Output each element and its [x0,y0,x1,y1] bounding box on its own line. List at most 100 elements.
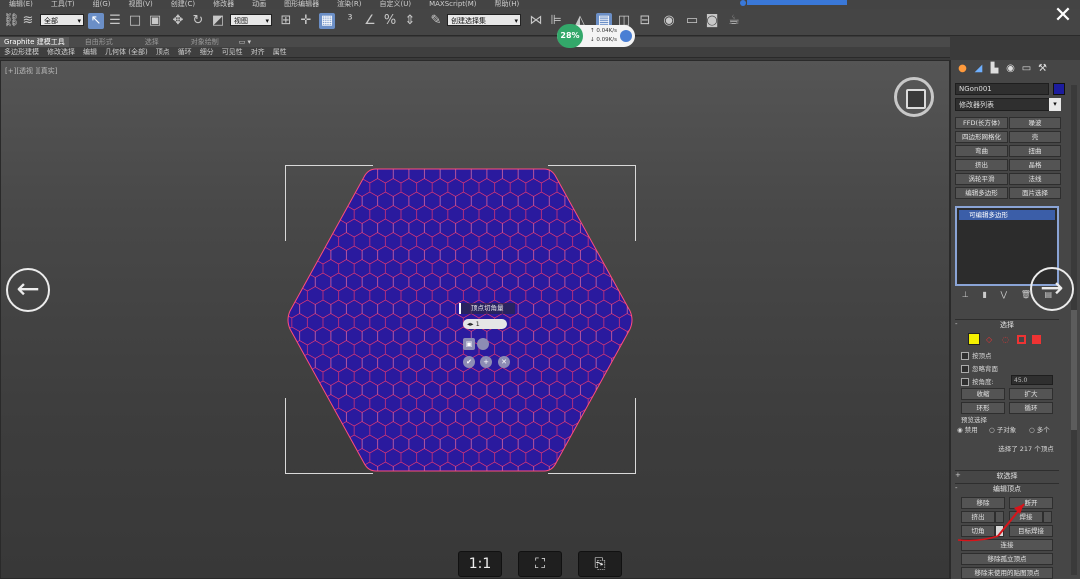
viewport-label[interactable]: [+][透视 ][真实] [5,66,57,76]
reference-coord-dropdown[interactable]: 视图 [230,14,272,27]
menu-customize[interactable]: 自定义(U) [370,0,420,9]
close-icon[interactable]: ✕ [1050,3,1076,29]
rotate-icon[interactable]: ↻ [190,13,206,29]
weld-settings-button[interactable] [1043,511,1052,523]
by-vertex-checkbox[interactable]: 按顶点 [961,350,992,360]
window-crossing-icon[interactable]: ▣ [147,13,163,29]
widget-status-icon[interactable] [620,30,632,42]
menu-edit[interactable]: 编辑(E) [0,0,42,9]
panel-geometry-all[interactable]: 几何体 (全部) [101,47,152,57]
fit-frame-button[interactable]: ⛶ [518,551,562,577]
motion-tab-icon[interactable]: ◉ [1004,62,1017,75]
stack-item-editable-poly[interactable]: 可编辑多边形 [959,210,1055,220]
open-icon[interactable] [477,338,489,350]
preview-disabled-radio[interactable]: ◉ 禁用 [957,424,978,434]
previous-arrow-icon[interactable]: ← [6,268,50,312]
create-tab-icon[interactable]: ● [956,62,969,75]
modifier-button[interactable]: 噪波 [1009,117,1061,129]
percent-snap-icon[interactable]: % [382,13,398,29]
make-unique-icon[interactable]: ⋁ [1001,290,1008,302]
modifier-button[interactable]: 法线 [1009,173,1061,185]
chevron-down-icon[interactable]: ▾ [1049,98,1061,111]
panel-scroll-thumb[interactable] [1071,310,1077,430]
pivot-icon[interactable]: ⊞ [278,13,294,29]
pin-stack-icon[interactable]: ⊥ [962,290,969,302]
element-mode-icon[interactable] [1032,335,1041,344]
perspective-viewport[interactable]: [+][透视 ][真实] 顶点切角量 ◂▸ 1 ▣ ✔ + ✕ ← 1:1 ⛶ … [0,60,950,579]
select-by-name-icon[interactable]: ☰ [107,13,123,29]
modifier-button[interactable]: 晶格 [1009,159,1061,171]
modifier-button[interactable]: 挤出 [955,159,1008,171]
menu-rendering[interactable]: 渲染(R) [328,0,370,9]
panel-align[interactable]: 对齐 [247,47,269,57]
remove-isolated-button[interactable]: 移除孤立顶点 [961,553,1053,565]
ok-icon[interactable]: ✔ [463,356,475,368]
panel-modify-selection[interactable]: 修改选择 [43,47,79,57]
menu-modifiers[interactable]: 修改器 [204,0,243,9]
rect-region-icon[interactable]: □ [127,13,143,29]
rollout-soft-selection[interactable]: 软选择 [955,470,1059,481]
apply-icon[interactable]: + [480,356,492,368]
next-arrow-icon[interactable]: → [1030,267,1074,311]
utilities-tab-icon[interactable]: ⚒ [1036,62,1049,75]
angle-spinner[interactable]: 45.0 [1011,375,1053,385]
menu-maxscript[interactable]: MAXScript(M) [420,0,485,9]
chamfer-amount-input[interactable]: ◂▸ 1 [463,319,507,329]
tab-graphite[interactable]: Graphite 建模工具 [0,37,69,47]
segments-icon[interactable]: ▣ [463,338,475,350]
ngon-mesh-object[interactable] [284,165,636,477]
polygon-mode-icon[interactable] [1017,335,1026,344]
modifier-button[interactable]: 壳 [1009,131,1061,143]
zoom-1-1-button[interactable]: 1:1 [458,551,502,577]
menu-graph-editors[interactable]: 图形编辑器 [275,0,328,9]
modifier-button[interactable]: 四边形网格化 [955,131,1008,143]
select-manipulate-icon[interactable]: ✛ [298,13,314,29]
angle-snap-icon[interactable]: ∠ [362,13,378,29]
show-end-result-icon[interactable]: ▮ [982,290,986,302]
keyboard-shortcut-icon[interactable]: ▦ [319,13,335,29]
render-icon[interactable]: ☕ [726,13,742,29]
display-tab-icon[interactable]: ▭ [1020,62,1033,75]
edit-named-sel-icon[interactable]: ✎ [428,13,444,29]
selection-filter-dropdown[interactable]: 全部 [40,14,84,27]
rollout-selection-title[interactable]: 选择 [955,319,1059,330]
ring-button[interactable]: 环形 [961,402,1005,414]
panel-subdivision[interactable]: 细分 [196,47,218,57]
tab-freeform[interactable]: 自由形式 [69,37,129,47]
named-selection-dropdown[interactable]: 创建选择集 [447,14,521,27]
select-object-icon[interactable]: ↖ [88,13,104,29]
modifier-button[interactable]: 弯曲 [955,145,1008,157]
preview-subobject-radio[interactable]: ○ 子对象 [989,424,1016,434]
link-icon[interactable]: ⛓ [3,13,20,29]
unlink-icon[interactable]: ≋ [20,13,36,29]
panel-poly-modeling[interactable]: 多边形建模 [0,47,43,57]
edge-mode-icon[interactable]: ◇ [986,335,996,344]
border-mode-icon[interactable]: ◌ [1002,335,1012,344]
cancel-icon[interactable]: ✕ [498,356,510,368]
modifier-button[interactable]: 面片选择 [1009,187,1061,199]
shrink-button[interactable]: 收缩 [961,388,1005,400]
material-editor-icon[interactable]: ◉ [661,13,677,29]
modifier-button[interactable]: FFD(长方体) [955,117,1008,129]
spinner-snap-icon[interactable]: ⇕ [402,13,418,29]
loop-button[interactable]: 循环 [1009,402,1053,414]
render-frame-icon[interactable]: ◙ [704,13,720,29]
ignore-backfacing-checkbox[interactable]: 忽略背面 [961,363,998,373]
panel-vertices[interactable]: 顶点 [152,47,174,57]
menu-tools[interactable]: 工具(T) [42,0,84,9]
remove-unused-map-verts-button[interactable]: 移除未使用的贴图顶点 [961,567,1053,579]
hierarchy-tab-icon[interactable]: ▙ [988,62,1001,75]
scale-icon[interactable]: ◩ [210,13,226,29]
panel-properties[interactable]: 属性 [269,47,291,57]
move-icon[interactable]: ✥ [170,13,186,29]
object-name-field[interactable]: NGon001 [955,83,1049,95]
modifier-list-dropdown[interactable]: 修改器列表 [955,98,1061,111]
menu-animation[interactable]: 动画 [243,0,275,9]
render-setup-icon[interactable]: ▭ [684,13,700,29]
modifier-button[interactable]: 涡轮平滑 [955,173,1008,185]
menu-group[interactable]: 组(G) [84,0,120,9]
tab-object-paint[interactable]: 对象绘制 [175,37,235,47]
ribbon-options-icon[interactable]: ▭ ▾ [235,37,255,47]
vertex-mode-icon[interactable] [968,333,980,345]
menu-help[interactable]: 帮助(H) [486,0,529,9]
